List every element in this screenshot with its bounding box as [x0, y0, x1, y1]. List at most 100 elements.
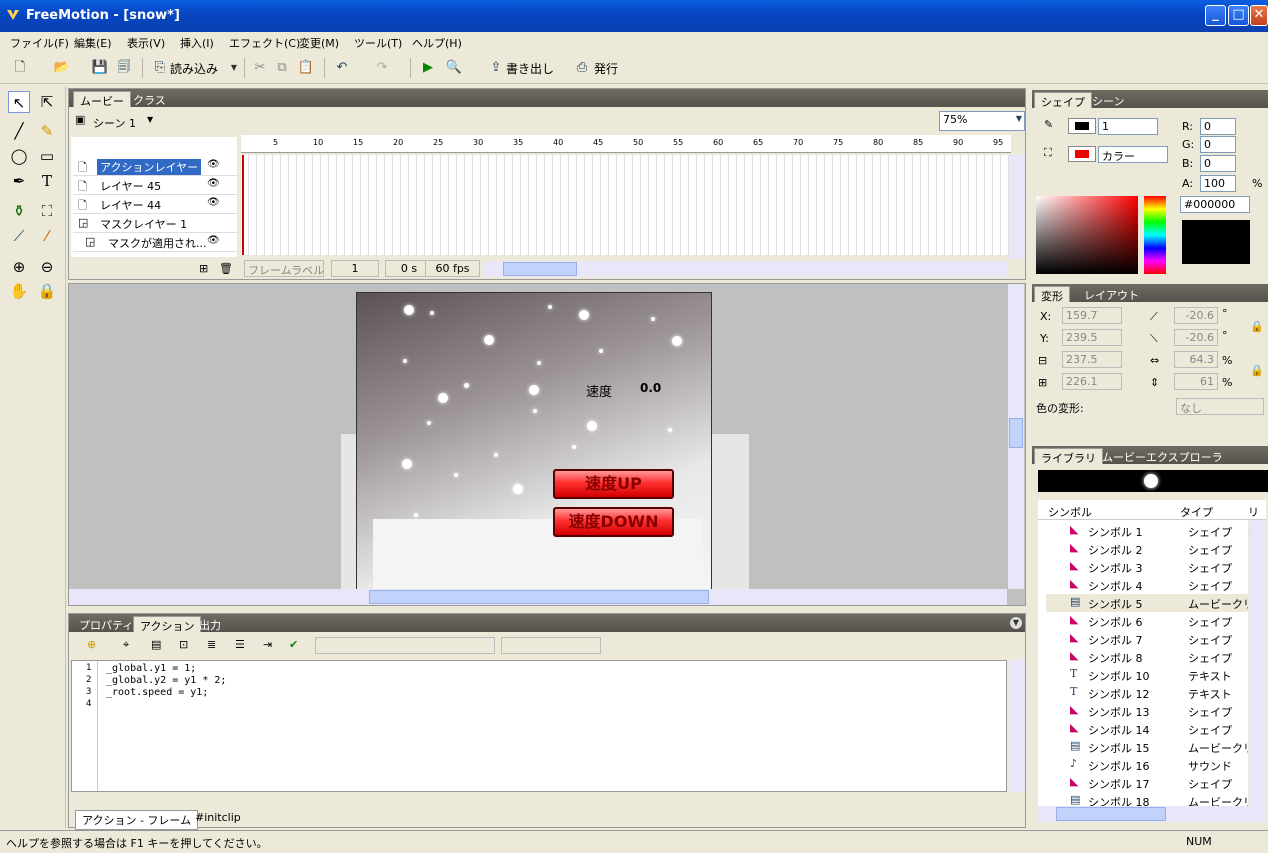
stage-vscroll[interactable] [1008, 284, 1024, 589]
menu-file[interactable]: ファイル(F) [10, 35, 69, 51]
x-field[interactable]: 159.7 [1062, 307, 1122, 324]
fill-color-swatch[interactable] [1068, 146, 1096, 162]
subselect-tool-icon[interactable]: ⇱ [36, 91, 58, 113]
width-field[interactable]: 237.5 [1062, 351, 1122, 368]
tab-action[interactable]: アクション [133, 616, 202, 633]
tab-initclip[interactable]: #initclip [189, 810, 247, 825]
action-dropdown-2[interactable] [501, 637, 601, 654]
import-icon[interactable]: ⎘ [150, 58, 170, 78]
movie-canvas[interactable]: 速度 0.0 速度UP 速度DOWN [356, 292, 712, 590]
skew-y-field[interactable]: -20.6 [1174, 329, 1218, 346]
scale-w-field[interactable]: 64.3 [1174, 351, 1218, 368]
alpha-field[interactable]: 100 [1200, 175, 1236, 192]
timeline-vscroll[interactable] [1009, 155, 1025, 259]
speed-down-button[interactable]: 速度DOWN [553, 507, 674, 537]
library-hscroll[interactable] [1038, 806, 1266, 822]
text-tool-icon[interactable]: T [36, 170, 58, 192]
playhead[interactable] [242, 155, 244, 255]
fill-type-select[interactable]: カラー [1098, 146, 1168, 163]
green-field[interactable]: 0 [1200, 136, 1236, 153]
frame-ruler[interactable]: 5 10 15 20 25 30 35 40 45 50 55 60 65 70… [241, 135, 1011, 153]
list-item[interactable]: ◣ シンボル 2 シェイプ [1046, 540, 1248, 558]
stroke-width-field[interactable]: 1 [1098, 118, 1158, 135]
line-tool-icon[interactable]: ╱ [8, 120, 30, 142]
chevron-down-icon[interactable]: ▼ [224, 58, 244, 78]
zoom-in-icon[interactable]: ⊕ [8, 256, 30, 278]
save-icon[interactable]: 💾 [90, 58, 110, 78]
action-dropdown-1[interactable] [315, 637, 495, 654]
check-syntax-icon[interactable]: ✔ [289, 638, 298, 651]
arrow-tool-icon[interactable]: ↖ [8, 91, 30, 113]
tab-output[interactable]: 出力 [199, 617, 221, 633]
tab-layout[interactable]: レイアウト [1084, 287, 1139, 303]
code-editor[interactable]: 1 _global.y1 = 1; 2 _global.y2 = y1 * 2; 3… [71, 660, 1007, 792]
format-icon[interactable]: ≣ [207, 638, 216, 651]
timeline-hscroll[interactable] [483, 261, 1007, 277]
close-button[interactable]: ✕ [1250, 5, 1268, 26]
add-action-icon[interactable]: ⊕ [87, 638, 96, 651]
stroke-color-swatch[interactable] [1068, 118, 1096, 134]
menu-effect[interactable]: エフェクト(C) [229, 35, 300, 51]
indent-icon[interactable]: ⇥ [263, 638, 272, 651]
list-icon[interactable]: ☰ [235, 638, 245, 651]
list-item[interactable]: ◣ シンボル 6 シェイプ [1046, 612, 1248, 630]
hue-slider[interactable] [1144, 196, 1166, 274]
save-all-icon[interactable]: 🗐 [114, 58, 134, 78]
layer-row[interactable]: 🗋 レイヤー 44 👁 [73, 195, 237, 214]
color-transform-select[interactable]: なし [1176, 398, 1264, 415]
copy-icon[interactable]: ⧉ [272, 58, 292, 78]
hex-field[interactable]: #000000 [1180, 196, 1250, 213]
list-item[interactable]: T シンボル 10 テキスト [1046, 666, 1248, 684]
cut-icon[interactable]: ✂ [250, 58, 270, 78]
list-item[interactable]: ◣ シンボル 8 シェイプ [1046, 648, 1248, 666]
publish-button[interactable]: 発行 [594, 60, 618, 77]
hand-tool-icon[interactable]: ✋ [8, 280, 30, 302]
lock-icon[interactable]: 🔒 [36, 280, 58, 302]
red-field[interactable]: 0 [1200, 118, 1236, 135]
menu-view[interactable]: 表示(V) [127, 35, 165, 51]
replace-icon[interactable]: ▤ [151, 638, 161, 651]
menu-modify[interactable]: 変更(M) [299, 35, 339, 51]
lock-icon[interactable]: 🔒 [1250, 364, 1264, 377]
play-icon[interactable]: ▶ [418, 58, 438, 78]
menu-help[interactable]: ヘルプ(H) [412, 35, 462, 51]
find-icon[interactable]: ⌖ [123, 638, 129, 652]
transform-tool-icon[interactable]: ⟋ [8, 225, 30, 247]
tab-scene[interactable]: シーン [1092, 93, 1124, 109]
ellipse-tool-icon[interactable]: ◯ [8, 145, 30, 167]
collapse-icon[interactable]: ▼ [1010, 617, 1022, 629]
y-field[interactable]: 239.5 [1062, 329, 1122, 346]
eyedropper-icon[interactable]: ⁄ [36, 225, 58, 247]
library-vscroll[interactable] [1250, 520, 1266, 810]
rectangle-tool-icon[interactable]: ▭ [36, 145, 58, 167]
list-item[interactable]: ▤シンボル 5ムービークリッ... [1046, 594, 1248, 612]
layer-row[interactable]: 🗋 アクションレイヤー 👁 [73, 157, 237, 176]
list-item[interactable]: ◣ シンボル 4 シェイプ [1046, 576, 1248, 594]
paint-bucket-icon[interactable]: ⛶ [36, 200, 58, 222]
zoom-out-icon[interactable]: ⊖ [36, 256, 58, 278]
new-icon[interactable]: 🗋 [10, 58, 30, 78]
trash-icon[interactable]: 🗑 [219, 262, 233, 275]
layer-row[interactable]: ◲ マスクが適用され... 👁 [73, 233, 237, 252]
col-type[interactable]: タイプ [1180, 504, 1213, 520]
list-item[interactable]: T シンボル 12 テキスト [1046, 684, 1248, 702]
layer-row[interactable]: ◲ マスクレイヤー 1 [73, 214, 237, 233]
tab-action-frame[interactable]: アクション - フレーム [75, 810, 199, 830]
list-item[interactable]: ▤シンボル 15ムービークリッ... [1046, 738, 1248, 756]
layer-row[interactable]: 🗋 レイヤー 45 👁 [73, 176, 237, 195]
redo-icon[interactable]: ↷ [372, 58, 392, 78]
menu-insert[interactable]: 挿入(I) [180, 35, 214, 51]
speed-up-button[interactable]: 速度UP [553, 469, 674, 499]
preview-icon[interactable]: 🔍 [444, 58, 464, 78]
export-icon[interactable]: ⇪ [486, 58, 506, 78]
tab-properties[interactable]: プロパティ [79, 617, 133, 633]
list-item[interactable]: ◣ シンボル 7 シェイプ [1046, 630, 1248, 648]
code-vscroll[interactable] [1009, 660, 1025, 792]
list-item[interactable]: ♪ シンボル 16 サウンド [1046, 756, 1248, 774]
insert-target-icon[interactable]: ⊡ [179, 638, 188, 651]
scene-selector[interactable]: シーン 1 [93, 115, 136, 131]
minimize-button[interactable]: _ [1205, 5, 1226, 26]
publish-icon[interactable]: ⎙ [572, 58, 592, 78]
tab-movie[interactable]: ムービー [73, 91, 131, 108]
zoom-select[interactable]: 75% ▼ [939, 111, 1025, 131]
